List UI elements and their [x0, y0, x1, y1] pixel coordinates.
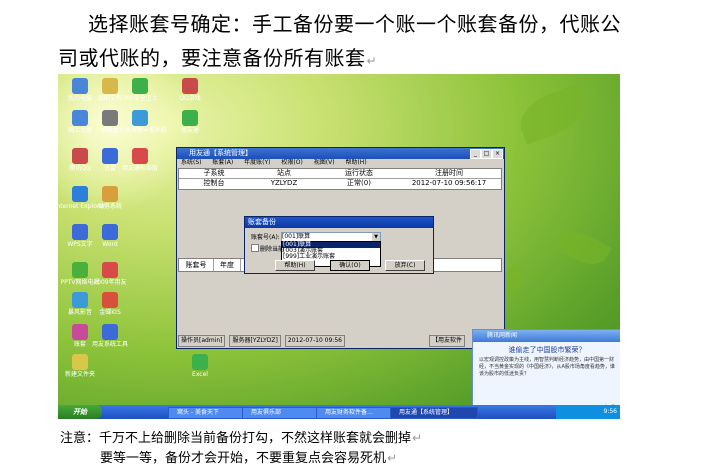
desktop-icon-label: 金蝶KIS: [99, 309, 121, 316]
desktop-icon[interactable]: 用友通: [160, 110, 220, 134]
news-title: 腾讯网新闻: [473, 330, 620, 342]
desktop-icon-label: 用友通标准版: [121, 165, 158, 172]
paragraph-line-2: 司或代账的，要注意备份所有账套↵: [58, 46, 378, 70]
maximize-button[interactable]: □: [481, 149, 492, 159]
app-icon: [102, 324, 118, 340]
taskbar-item[interactable]: 用友俱乐部: [242, 407, 322, 419]
subsystem-table: 子系统 站点 运行状态 注册时间 控制台 YZLYDZ 正常(0) 2012-07-10 0…: [178, 168, 502, 190]
desktop-icon[interactable]: 财务系统: [80, 186, 140, 210]
paragraph-line-1: 选择账套号确定：手工备份要一个账一个账套备份，代账公: [88, 12, 621, 36]
desktop-icon-label: 财务系统: [97, 203, 122, 210]
status-operator: 操作员[admin]: [178, 335, 226, 347]
app-icon: [182, 78, 198, 94]
chevron-down-icon[interactable]: ▼: [372, 233, 380, 241]
taskbar: 开始 窝头 - 美食天下 用友俱乐部 用友财务软件备... 用友通【系统管理】 …: [58, 405, 620, 419]
taskbar-item[interactable]: 用友通【系统管理】: [390, 407, 478, 419]
news-headline[interactable]: 谁偷走了中国股市繁荣？: [473, 345, 620, 355]
desktop-icon[interactable]: 新建文件夹: [58, 354, 110, 378]
desktop-icon-label: 用友系统工具: [91, 341, 128, 348]
paragraph-mark: ↵: [387, 451, 398, 465]
news-popup[interactable]: 腾讯网新闻 谁偷走了中国股市繁荣？ 以宏观调控政策为主线，用智慧判断经济趋势，由…: [472, 329, 620, 416]
desktop-icon-label: QQ游戏: [179, 95, 201, 102]
table-header: 子系统 站点 运行状态 注册时间: [179, 169, 501, 179]
start-button[interactable]: 开始: [58, 405, 102, 419]
paragraph-mark: ↵: [412, 431, 423, 445]
taskbar-item[interactable]: 用友财务软件备...: [316, 407, 396, 419]
desktop-icon-label: Excel: [192, 371, 208, 378]
note-line-1: 注意：千万不上给删除当前备份打勾，不然这样账套就会删掉↵: [60, 431, 423, 446]
table-cell: 正常(0): [347, 179, 371, 187]
system-tray: 9:56: [556, 405, 620, 419]
column-header: 年度: [214, 259, 241, 271]
app-icon: [102, 262, 118, 278]
wallpaper-leaf: [513, 83, 593, 145]
menu-item[interactable]: 账套(A): [212, 159, 233, 166]
status-bar: 操作员[admin] 服务器[YZLYDZ] 2012-07-10 09:56 【用友…: [178, 335, 500, 347]
news-body: 以宏观调控政策为主线，用智慧判断经济趋势，由中国第一财经，不当黄金实现的《中国经…: [479, 357, 615, 377]
note-line-2: 要等一等，备份才会开始，不要重复点会容易死机↵: [100, 451, 398, 466]
desktop-icon-label: 用友通: [180, 127, 199, 134]
dialog-title: 账套备份: [248, 218, 276, 226]
desktop-icon-label: 新建文件夹: [64, 371, 95, 378]
backup-dialog[interactable]: 账套备份 账套号(A): [001]联算 ▼ [001]联算 [003]演示账套 …: [244, 216, 434, 274]
taskbar-item[interactable]: 窝头 - 美食天下: [168, 407, 248, 419]
dialog-titlebar[interactable]: 账套备份: [245, 217, 433, 228]
menu-item[interactable]: 视图(V): [314, 159, 335, 166]
menu-item[interactable]: 年度账(Y): [244, 159, 270, 166]
desktop-icon[interactable]: 2009年用友: [80, 262, 140, 286]
desktop-icon[interactable]: Excel: [170, 354, 230, 378]
app-icon: [102, 224, 118, 240]
desktop-icon-label: Word: [102, 241, 118, 248]
close-button[interactable]: ×: [492, 149, 503, 159]
status-server: 服务器[YZLYDZ]: [229, 335, 281, 347]
account-select-value: [001]联算: [282, 233, 311, 240]
delete-current-label: 删除当前: [260, 246, 285, 253]
table-cell: YZLYDZ: [270, 179, 298, 187]
menu-bar: 系统(S) 账套(A) 年度账(Y) 权限(O) 视图(V) 帮助(H): [177, 159, 504, 167]
tray-clock: 9:56: [603, 408, 617, 415]
menu-item[interactable]: 帮助(H): [345, 159, 366, 166]
table-cell: 2012-07-10 09:56:17: [411, 179, 487, 187]
embedded-screenshot: 我的电脑 我的文档 360安全卫士 QQ游戏 网上邻居 回收站 个人所得税申报系统 用友通 腾讯…: [58, 74, 620, 419]
desktop-icon[interactable]: Word: [80, 224, 140, 248]
table-row[interactable]: 控制台 YZLYDZ 正常(0) 2012-07-10 09:56:17: [179, 179, 501, 188]
delete-current-checkbox[interactable]: [251, 244, 259, 252]
column-header: 子系统: [203, 169, 225, 177]
table-cell: 控制台: [203, 179, 225, 187]
menu-item[interactable]: 系统(S): [181, 159, 202, 166]
window-titlebar[interactable]: 用友通【系统管理】 _ □ ×: [177, 148, 504, 159]
desktop-icon[interactable]: 用友通标准版: [110, 148, 170, 172]
column-header: 运行状态: [345, 169, 373, 177]
app-icon: [102, 292, 118, 308]
desktop-icon[interactable]: 用友系统工具: [80, 324, 140, 348]
help-button[interactable]: 帮助(H): [275, 260, 315, 271]
desktop-icon[interactable]: QQ游戏: [160, 78, 220, 102]
app-icon: [132, 148, 148, 164]
minimize-button[interactable]: _: [470, 149, 481, 159]
app-icon: [182, 110, 198, 126]
app-icon: [192, 354, 208, 370]
account-label: 账套号(A):: [251, 234, 280, 241]
column-header: 站点: [277, 169, 291, 177]
desktop-icon[interactable]: 金蝶KIS: [80, 292, 140, 316]
app-icon: [132, 78, 148, 94]
app-icon: [72, 354, 88, 370]
column-header: 账套号: [179, 259, 214, 271]
cancel-button[interactable]: 放弃(C): [385, 260, 425, 271]
status-brand: 【用友软件: [428, 335, 465, 347]
app-icon: [132, 110, 148, 126]
app-icon: [102, 186, 118, 202]
ok-button[interactable]: 确认(O): [330, 260, 370, 271]
window-title: 用友通【系统管理】: [189, 149, 252, 157]
column-header: 注册时间: [435, 169, 463, 177]
menu-item[interactable]: 权限(O): [281, 159, 302, 166]
paragraph-mark: ↵: [366, 54, 378, 68]
status-date: 2012-07-10 09:56: [284, 335, 345, 347]
desktop-icon-label: 2009年用友: [93, 279, 127, 286]
wallpaper-leaf: [554, 223, 612, 273]
